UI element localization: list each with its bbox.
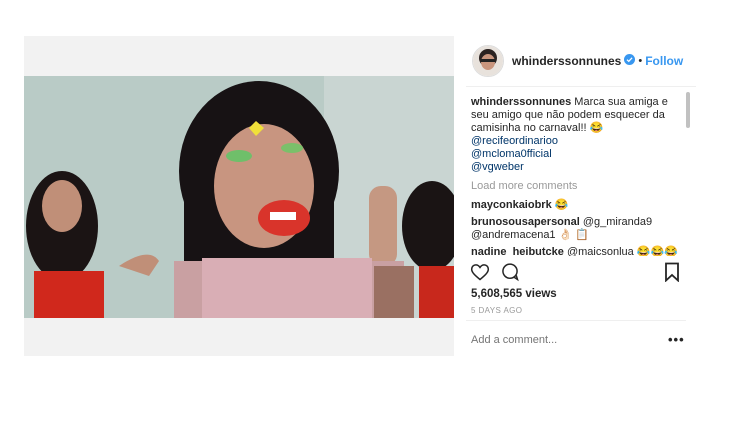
comment-divider [466,320,686,321]
comment-username[interactable]: nadine_heibutcke [471,246,564,256]
avatar-image [473,46,503,76]
separator-dot: • [638,55,643,67]
add-comment-input[interactable] [471,334,651,346]
view-count[interactable]: 5,608,565 views [471,288,557,300]
more-options-icon[interactable]: ••• [668,332,685,347]
post-sidebar: whinderssonnunes • Follow whinderssonnun… [466,36,696,356]
post-actions [470,262,680,286]
header-divider [466,86,696,87]
post-timestamp: 5 DAYS AGO [471,306,523,315]
post-header: whinderssonnunes • Follow [466,36,696,86]
follow-button[interactable]: Follow [645,54,683,68]
caption-username[interactable]: whinderssonnunes [471,96,571,108]
caption-mention[interactable]: @recifeordinarioo [471,135,683,148]
bookmark-icon[interactable] [664,262,680,287]
post-media-panel [24,36,454,356]
comment-item: mayconkaiobrk 😂 [471,199,683,212]
load-more-comments-button[interactable]: Load more comments [471,180,683,193]
post-caption: whinderssonnunes Marca sua amiga e seu a… [471,96,683,174]
comment-item: brunosousapersonal @g_miranda9 @andremac… [471,216,683,242]
comment-username[interactable]: brunosousapersonal [471,216,580,228]
comment-bubble-icon[interactable] [500,262,520,287]
avatar[interactable] [472,45,504,77]
comment-text: 😂 [551,199,569,211]
comment-item: nadine_heibutcke @maicsonlua 😂😂😂 [471,246,683,256]
comments-scrollbar[interactable] [686,92,690,128]
video-frame-image [24,76,454,318]
comments-list[interactable]: whinderssonnunes Marca sua amiga e seu a… [471,96,683,256]
comment-username[interactable]: mayconkaiobrk [471,199,552,211]
comment-text: @maicsonlua 😂😂😂 [563,246,678,256]
verified-badge-icon [624,52,636,70]
heart-icon[interactable] [470,262,490,287]
post-video[interactable] [24,76,454,318]
caption-mention[interactable]: @mcloma0fficial [471,148,683,161]
caption-mention[interactable]: @vgweber [471,161,683,174]
username-link[interactable]: whinderssonnunes [512,54,621,68]
